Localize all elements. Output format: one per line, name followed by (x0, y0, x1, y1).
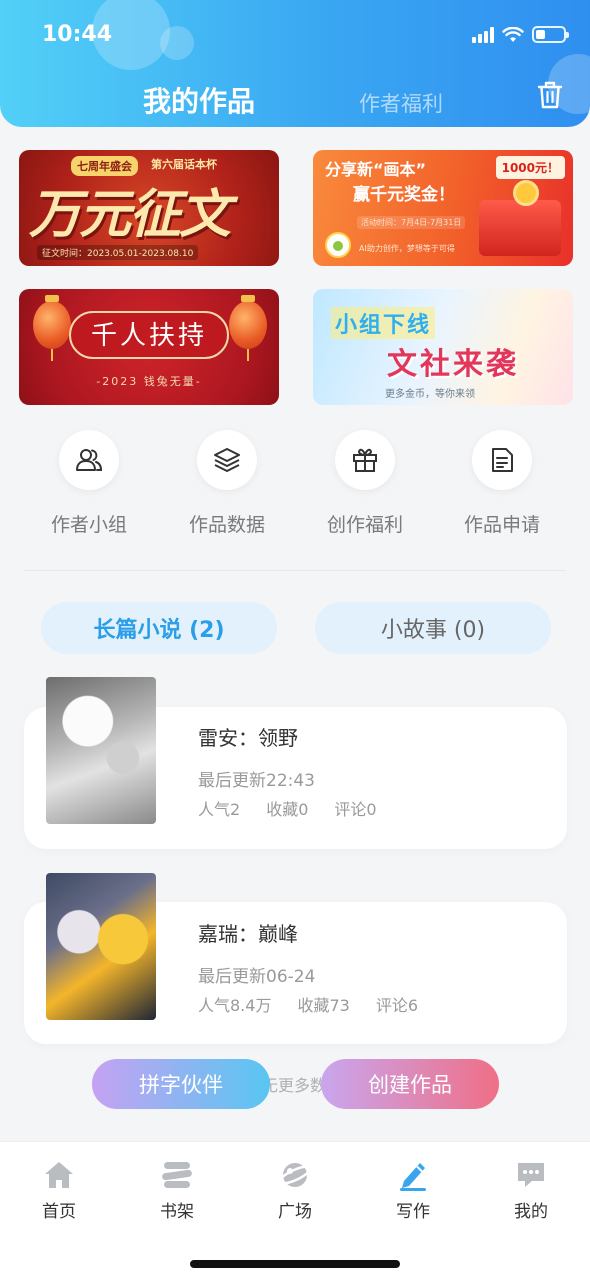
banner-share-comic[interactable]: 分享新“画本” 赢千元奖金！ 活动时间：7月4日-7月31日 AI助力创作，梦想… (313, 150, 573, 266)
quick-action-work-application[interactable]: 作品申请 (447, 430, 557, 537)
nav-label: 广场 (278, 1202, 312, 1222)
home-icon (45, 1162, 73, 1188)
quick-action-label: 作品数据 (188, 514, 265, 536)
work-updated: 最后更新06-24 (198, 967, 316, 987)
banner-title: 千人扶持 (90, 321, 207, 351)
layers-icon (214, 448, 240, 472)
wifi-icon (502, 26, 524, 42)
battery-icon (532, 26, 569, 43)
document-icon (492, 448, 513, 472)
chat-icon (518, 1163, 544, 1187)
nav-write[interactable]: 写作 (373, 1158, 453, 1222)
nav-label: 书架 (160, 1202, 194, 1222)
banner-date: 活动时间：7月4日-7月31日 (357, 216, 466, 229)
trash-icon[interactable] (536, 80, 564, 110)
quick-action-label: 作品申请 (463, 514, 540, 536)
divider (24, 570, 566, 571)
banner-footer: AI助力创作，梦想等于可得 (359, 244, 455, 253)
mascot-icon (325, 232, 351, 258)
banner-title: 万元征文 (29, 184, 231, 245)
quick-action-author-group[interactable]: 作者小组 (34, 430, 144, 537)
planet-icon (278, 1163, 312, 1187)
comments-count: 评论6 (375, 996, 419, 1015)
tab-author-benefits[interactable]: 作者福利 (359, 88, 443, 118)
decor-bubble (160, 26, 194, 60)
gift-box-illustration (479, 200, 561, 256)
work-updated: 最后更新22:43 (198, 771, 315, 791)
pen-icon (400, 1163, 426, 1191)
typing-partner-button[interactable]: 拼字伙伴 (92, 1059, 270, 1109)
work-title: 嘉瑞：巅峰 (198, 922, 298, 946)
status-icons (472, 26, 569, 43)
banner-subtitle: -2023 钱兔无量- (96, 375, 202, 388)
banner-title-top: 小组下线 (331, 307, 436, 339)
work-stats: 人气2 收藏0 评论0 (198, 796, 377, 820)
tab-long-novels[interactable]: 长篇小说 (2) (41, 602, 277, 654)
quick-action-work-data[interactable]: 作品数据 (172, 430, 282, 537)
quick-icon-wrap (335, 430, 395, 490)
quick-icon-wrap (59, 430, 119, 490)
status-time: 10:44 (42, 22, 113, 47)
banner-subtitle: 赢千元奖金！ (353, 185, 455, 205)
header: 10:44 我的作品 作者福利 (0, 0, 590, 127)
banner-title: 分享新“画本” (325, 160, 427, 179)
favorites-count: 收藏0 (266, 800, 309, 819)
nav-home[interactable]: 首页 (19, 1158, 99, 1222)
nav-label: 我的 (514, 1202, 548, 1222)
comments-count: 评论0 (334, 800, 377, 819)
banner-essay-contest[interactable]: 七周年盛会 第六届话本杯 万元征文 征文时间：2023.05.01-2023.0… (19, 150, 279, 266)
nav-plaza[interactable]: 广场 (255, 1158, 335, 1222)
quick-icon-wrap (197, 430, 257, 490)
bookshelf-icon (162, 1162, 192, 1188)
work-title: 雷安：领野 (198, 726, 298, 750)
work-cover[interactable] (46, 677, 156, 824)
banner-date: 征文时间：2023.05.01-2023.08.10 (37, 245, 199, 260)
quick-icon-wrap (472, 430, 532, 490)
popularity-count: 人气2 (198, 800, 241, 819)
signal-icon (472, 26, 494, 43)
banner-literary-club[interactable]: 小组下线 文社来袭 更多金币，等你来领 (313, 289, 573, 405)
favorites-count: 收藏73 (297, 996, 350, 1015)
work-stats: 人气8.4万 收藏73 评论6 (198, 992, 418, 1016)
tab-my-works[interactable]: 我的作品 (143, 80, 255, 120)
tab-short-stories[interactable]: 小故事 (0) (315, 602, 551, 654)
banner-thousand-support[interactable]: 千人扶持 -2023 钱兔无量- (19, 289, 279, 405)
nav-mine[interactable]: 我的 (491, 1158, 571, 1222)
banner-tag-secondary: 第六届话本杯 (151, 158, 217, 171)
nav-label: 首页 (42, 1202, 76, 1222)
gift-icon (353, 448, 377, 472)
users-icon (76, 449, 103, 471)
nav-bookshelf[interactable]: 书架 (137, 1158, 217, 1222)
quick-action-label: 作者小组 (50, 514, 127, 536)
home-indicator (190, 1260, 400, 1268)
quick-action-label: 创作福利 (326, 514, 403, 536)
nav-label: 写作 (396, 1202, 430, 1222)
popularity-count: 人气8.4万 (198, 996, 272, 1015)
work-cover[interactable] (46, 873, 156, 1020)
coin-icon (513, 180, 539, 206)
battery-level (536, 30, 546, 39)
create-work-button[interactable]: 创建作品 (321, 1059, 499, 1109)
banner-prize: 1000元！ (495, 156, 565, 179)
banner-footer: 更多金币，等你来领 (385, 389, 475, 400)
quick-action-creation-benefits[interactable]: 创作福利 (310, 430, 420, 537)
banner-title: 文社来袭 (387, 347, 519, 382)
